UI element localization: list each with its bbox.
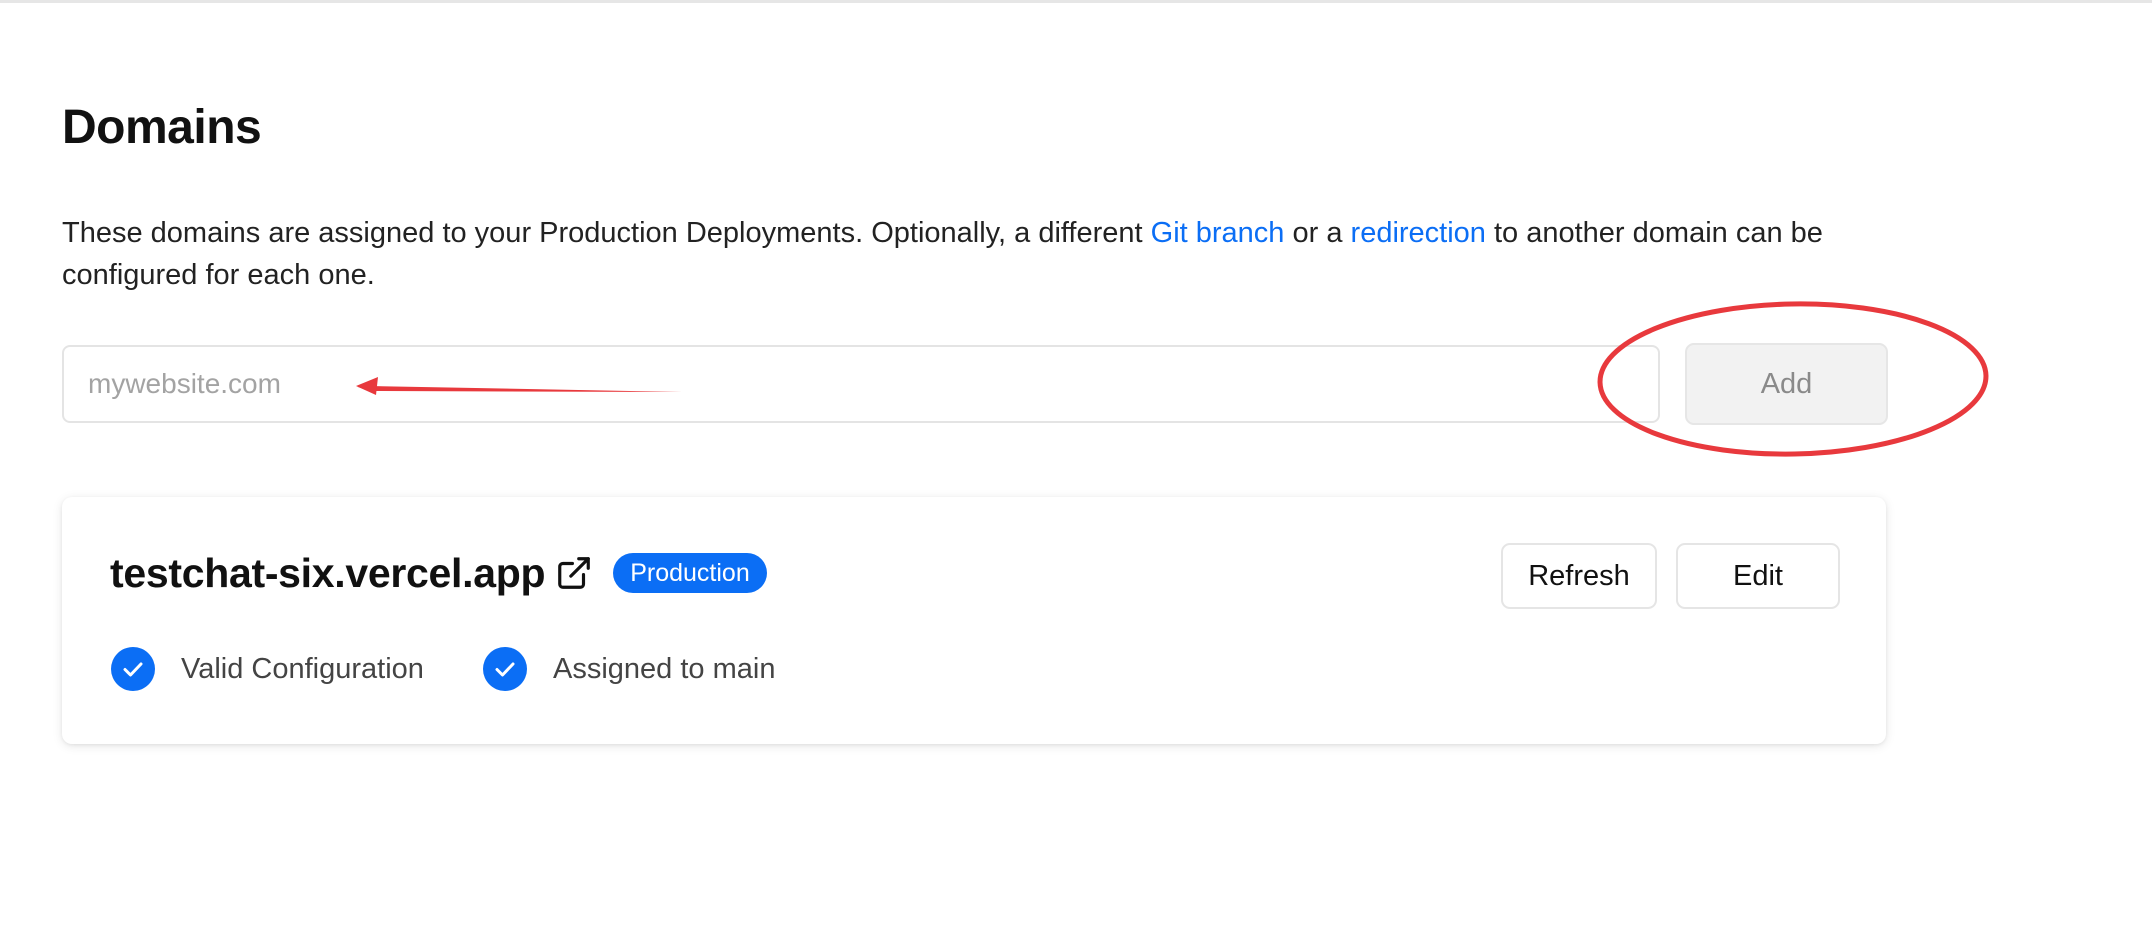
check-circle-icon [111, 647, 155, 691]
refresh-button[interactable]: Refresh [1501, 543, 1657, 609]
description-text: These domains are assigned to your Produ… [62, 217, 1151, 249]
domain-card: testchat-six.vercel.app Production Refre… [62, 497, 1886, 744]
description-text: or a [1284, 217, 1351, 249]
edit-button[interactable]: Edit [1676, 543, 1840, 609]
production-badge: Production [613, 553, 767, 593]
add-domain-button[interactable]: Add [1685, 343, 1888, 425]
git-branch-link[interactable]: Git branch [1151, 217, 1285, 249]
annotation-overlay [356, 301, 1989, 457]
page-description: These domains are assigned to your Produ… [62, 212, 1922, 296]
status-label: Assigned to main [553, 652, 776, 685]
status-label: Valid Configuration [181, 652, 424, 685]
redirection-link[interactable]: redirection [1351, 217, 1486, 249]
domain-input[interactable] [62, 345, 1660, 423]
domain-link[interactable]: testchat-six.vercel.app [110, 550, 546, 597]
page-title: Domains [62, 101, 262, 154]
top-divider [0, 0, 2152, 3]
external-link-icon[interactable] [555, 554, 593, 592]
domains-settings-page: Domains These domains are assigned to yo… [0, 0, 2152, 943]
domain-header: testchat-six.vercel.app Production [110, 545, 767, 601]
check-circle-icon [483, 647, 527, 691]
status-valid-configuration: Valid Configuration [111, 647, 424, 691]
status-assigned-branch: Assigned to main [483, 647, 775, 691]
